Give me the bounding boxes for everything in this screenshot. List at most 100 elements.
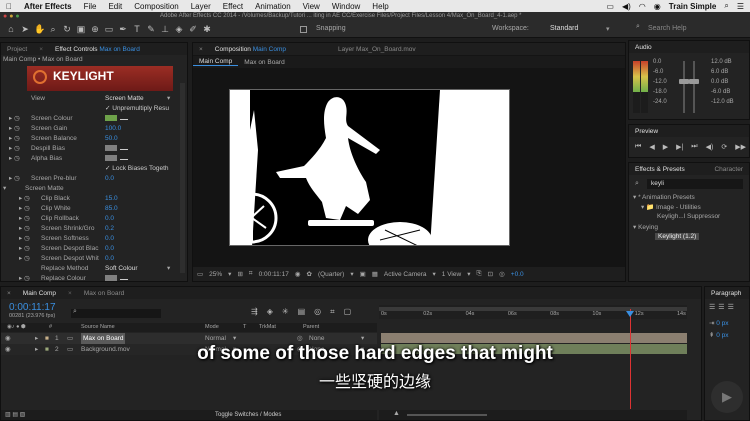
roto-brush-icon[interactable]: ✐ [188,24,198,34]
effect-row-value[interactable]: 85.0 [105,204,118,214]
stopwatch-icon[interactable]: ▸ ◷ [19,204,30,214]
timeline-zoom-slider[interactable] [407,414,487,416]
ram-preview-icon[interactable]: ▶▶ [735,143,746,151]
align-left-icon[interactable]: ☰ [709,303,715,311]
tab-project[interactable]: Project [1,46,33,53]
app-menu[interactable]: After Effects [18,2,78,11]
stopwatch-icon[interactable]: ▸ ◷ [9,124,20,134]
effects-tree-item[interactable]: ▾ 📁 Image - Utilities [641,203,701,211]
menu-file[interactable]: File [78,2,103,11]
user-icon[interactable]: ◉ [654,2,661,11]
effects-search-input[interactable]: keyli [647,179,743,189]
timeline-search-input[interactable] [71,309,161,318]
menu-help[interactable]: Help [366,2,394,11]
effect-row-value[interactable]: 0.0 [105,244,114,254]
eyedropper-icon[interactable] [120,146,128,151]
indent-left-value[interactable]: 0 px [716,320,728,327]
space-before-value[interactable]: 0 px [716,332,728,339]
camera-select[interactable]: Active Camera [384,271,427,278]
list-icon[interactable]: ☰ [737,2,744,11]
magnify-icon[interactable]: ▭ [197,270,203,278]
first-frame-icon[interactable]: ⏮ [635,143,641,151]
zoom-out-mountain-icon[interactable]: ▲ [393,410,400,417]
exposure-reset-icon[interactable]: ◎ [499,270,505,278]
effect-row-value[interactable]: 100.0 [105,124,121,134]
stopwatch-icon[interactable]: ▾ [3,184,6,194]
help-search-input[interactable]: Search Help [648,25,687,32]
stopwatch-icon[interactable]: ▸ ◷ [19,224,30,234]
effects-tree-item[interactable]: Keylight (1.2) [655,233,700,240]
tab-paragraph[interactable]: Paragraph [705,290,747,297]
snapshot-icon[interactable]: ◉ [295,270,301,278]
effect-row[interactable]: ▸ ◷ Screen Colour [1,114,187,124]
composition-viewer[interactable] [229,89,510,246]
stopwatch-icon[interactable]: ▸ ◷ [19,234,30,244]
airplay-icon[interactable]: ▭ [606,2,614,11]
effects-tree-item[interactable]: Keyligh...l Suppressor [657,213,720,220]
pan-behind-tool-icon[interactable]: ⊕ [90,24,100,34]
prev-frame-icon[interactable]: ◀ [649,143,654,151]
stopwatch-icon[interactable]: ▸ ◷ [9,174,20,184]
views-select[interactable]: 1 View [442,271,461,278]
effect-row[interactable]: View Screen Matte ▾ [1,94,187,104]
stopwatch-icon[interactable]: ▸ ◷ [19,194,30,204]
effect-row[interactable]: ✓ Lock Biases Togeth [1,164,187,174]
close-icon[interactable]: × [1,290,17,297]
effect-row-value[interactable]: 0.0 [105,214,114,224]
menu-animation[interactable]: Animation [249,2,297,11]
wifi-icon[interactable]: ◠ [639,2,646,11]
col-source-name[interactable]: Source Name [81,323,115,332]
apple-menu[interactable]:  [0,2,18,11]
effect-row[interactable]: ▸ ◷ Screen Despot Blac 0.0 [1,244,187,254]
effects-tree-item[interactable]: ▾ * Animation Presets [633,193,695,201]
volume-icon[interactable]: ◀) [622,2,631,11]
effect-row-value[interactable]: ✓ Unpremultiply Resu [105,104,169,114]
next-frame-icon[interactable]: ▶| [676,143,683,151]
subtab-main-comp[interactable]: Main Comp [193,58,239,66]
window-controls[interactable]: ● ● ● [3,13,20,20]
timeline-timecode[interactable]: 0:00:11:17 [9,302,56,313]
puppet-tool-icon[interactable]: ✱ [202,24,212,34]
stopwatch-icon[interactable]: ▸ ◷ [9,134,20,144]
effect-row-value[interactable] [105,114,128,124]
effect-row[interactable]: ▸ ◷ Alpha Bias [1,154,187,164]
effect-row-value[interactable] [105,274,128,284]
type-tool-icon[interactable]: T [132,24,142,34]
loop-icon[interactable]: ⟳ [721,143,727,151]
effect-row[interactable]: ▸ ◷ Clip Black 15.0 [1,194,187,204]
color-swatch[interactable] [105,155,117,162]
effects-tree-item[interactable]: ▾ Keying [633,223,658,231]
pen-tool-icon[interactable]: ✒ [118,24,128,34]
subtab-max-on-board[interactable]: Max on Board [238,59,290,66]
effect-row[interactable]: ▸ ◷ Screen Despot Whit 0.0 [1,254,187,264]
menu-view[interactable]: View [297,2,326,11]
eyedropper-icon[interactable] [120,156,128,161]
effect-row[interactable]: ▸ ◷ Screen Gain 100.0 [1,124,187,134]
selection-tool-icon[interactable]: ➤ [20,24,30,34]
chevron-down-icon[interactable]: ▾ [167,94,170,104]
effect-row-value[interactable]: 0.2 [105,224,114,234]
color-swatch[interactable] [105,115,117,122]
menu-window[interactable]: Window [326,2,366,11]
stopwatch-icon[interactable]: ▸ ◷ [9,114,20,124]
effect-row-value[interactable]: ✓ Lock Biases Togeth [105,164,169,174]
stopwatch-icon[interactable]: ▸ ◷ [19,244,30,254]
render-icon[interactable]: ⎘ [476,270,481,278]
tab-main-comp[interactable]: Main Comp [17,290,62,297]
menu-edit[interactable]: Edit [102,2,128,11]
align-right-icon[interactable]: ☰ [728,303,734,311]
volume-slider-track-left[interactable] [683,61,685,113]
workspace-select[interactable]: Standard [550,25,578,32]
transparency-grid-icon[interactable]: ▦ [372,270,378,278]
rectangle-tool-icon[interactable]: ▭ [104,24,114,34]
expand-panes-icon[interactable]: ▥ ▤ ▧ [5,410,25,420]
tab-max-on-board[interactable]: Max on Board [78,290,130,297]
close-icon[interactable]: × [33,46,49,53]
effect-row[interactable]: ▸ ◷ Screen Softness 0.0 [1,234,187,244]
chevron-down-icon[interactable]: ▾ [467,270,470,278]
rotate-tool-icon[interactable]: ↻ [62,24,72,34]
effect-row-value[interactable]: 15.0 [105,194,118,204]
composition-mini-flowchart-icon[interactable]: ⇶ [251,307,258,317]
motion-blur-icon[interactable]: ◎ [314,307,321,317]
grid-icon[interactable]: ⊞ [237,270,242,278]
